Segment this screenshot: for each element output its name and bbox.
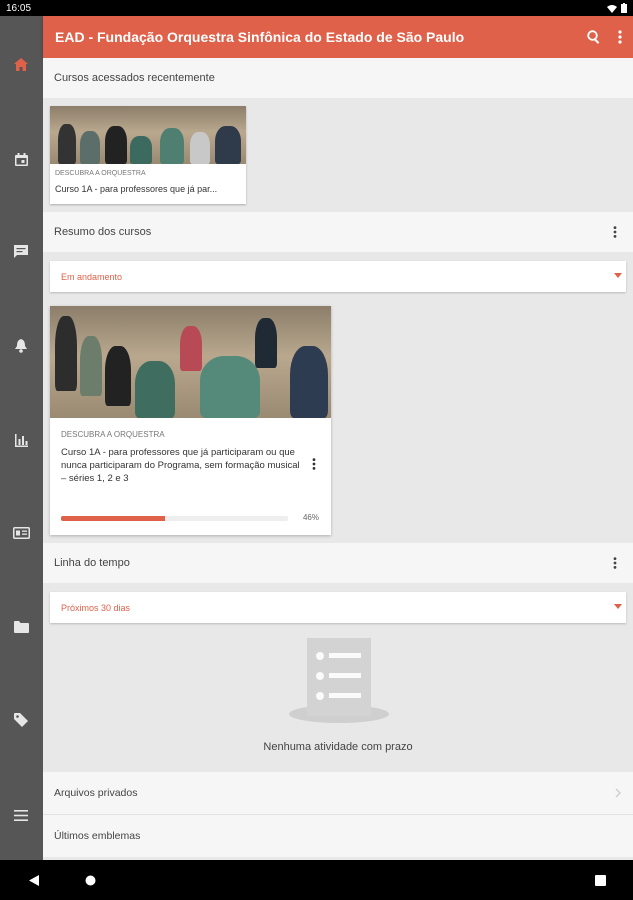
latest-badges-item[interactable]: Últimos emblemas <box>43 815 633 857</box>
page-title: EAD - Fundação Orquestra Sinfônica do Es… <box>55 29 465 45</box>
system-nav-bar <box>0 860 633 900</box>
menu-icon[interactable] <box>11 805 31 825</box>
timeline-filter[interactable]: Próximos 30 dias <box>50 592 626 623</box>
system-icons <box>607 3 627 13</box>
dashboard-content: Cursos acessados recentemente DESCUBRA A… <box>43 58 633 860</box>
course-status-filter[interactable]: Em andamento <box>50 261 626 292</box>
course-overview-title: Resumo dos cursos <box>54 226 152 238</box>
recent-course-card[interactable]: DESCUBRA A ORQUESTRA Curso 1A - para pro… <box>50 106 246 204</box>
recent-courses-header: Cursos acessados recentemente <box>43 58 633 98</box>
badge-card-icon[interactable] <box>11 523 31 543</box>
chevron-right-icon <box>613 785 623 801</box>
course-overview-card[interactable]: DESCUBRA A ORQUESTRA Curso 1A - para pro… <box>50 306 331 535</box>
folder-icon[interactable] <box>11 617 31 637</box>
course-status-filter-value: Em andamento <box>61 271 123 282</box>
home-icon[interactable] <box>11 54 31 74</box>
status-time: 16:05 <box>6 2 32 14</box>
recent-course-category: DESCUBRA A ORQUESTRA <box>55 170 146 177</box>
empty-list-icon <box>289 638 389 723</box>
timeline-title: Linha do tempo <box>54 557 130 569</box>
sidebar-nav <box>0 16 43 860</box>
private-files-label: Arquivos privados <box>54 787 138 799</box>
course-progress-fill <box>61 516 166 521</box>
course-image <box>50 306 331 418</box>
course-progress-label: 46% <box>302 513 319 522</box>
app-bar: EAD - Fundação Orquestra Sinfônica do Es… <box>43 16 633 58</box>
course-overview-header: Resumo dos cursos <box>43 212 633 252</box>
more-vert-icon[interactable] <box>607 24 633 50</box>
course-image <box>50 106 246 164</box>
grades-icon[interactable] <box>11 430 31 450</box>
timeline-filter-value: Próximos 30 dias <box>61 602 131 613</box>
battery-icon <box>621 3 627 13</box>
home-icon[interactable] <box>82 872 98 888</box>
course-name[interactable]: Curso 1A - para professores que já parti… <box>61 446 301 485</box>
notifications-icon[interactable] <box>11 336 31 356</box>
calendar-icon[interactable] <box>11 149 31 169</box>
wifi-icon <box>607 4 617 13</box>
timeline-empty-message: Nenhuma atividade com prazo <box>263 741 413 753</box>
status-bar: 16:05 <box>0 0 633 16</box>
course-overview-more-icon[interactable] <box>607 224 623 240</box>
latest-badges-label: Últimos emblemas <box>54 830 141 842</box>
timeline-more-icon[interactable] <box>607 555 623 571</box>
recents-icon[interactable] <box>592 872 608 888</box>
timeline-header: Linha do tempo <box>43 543 633 583</box>
chevron-down-icon <box>614 273 622 278</box>
recent-course-name[interactable]: Curso 1A - para professores que já par..… <box>55 184 243 194</box>
tag-icon[interactable] <box>11 710 31 730</box>
back-icon[interactable] <box>26 872 42 888</box>
course-category: DESCUBRA A ORQUESTRA <box>61 430 165 439</box>
messages-icon[interactable] <box>11 242 31 262</box>
chevron-down-icon <box>614 604 622 609</box>
recent-courses-title: Cursos acessados recentemente <box>54 72 215 84</box>
course-more-icon[interactable] <box>307 456 321 472</box>
search-icon[interactable] <box>581 24 607 50</box>
course-progress-bar <box>61 516 288 521</box>
timeline-empty-state: Nenhuma atividade com prazo <box>43 624 633 768</box>
private-files-item[interactable]: Arquivos privados <box>43 772 633 814</box>
